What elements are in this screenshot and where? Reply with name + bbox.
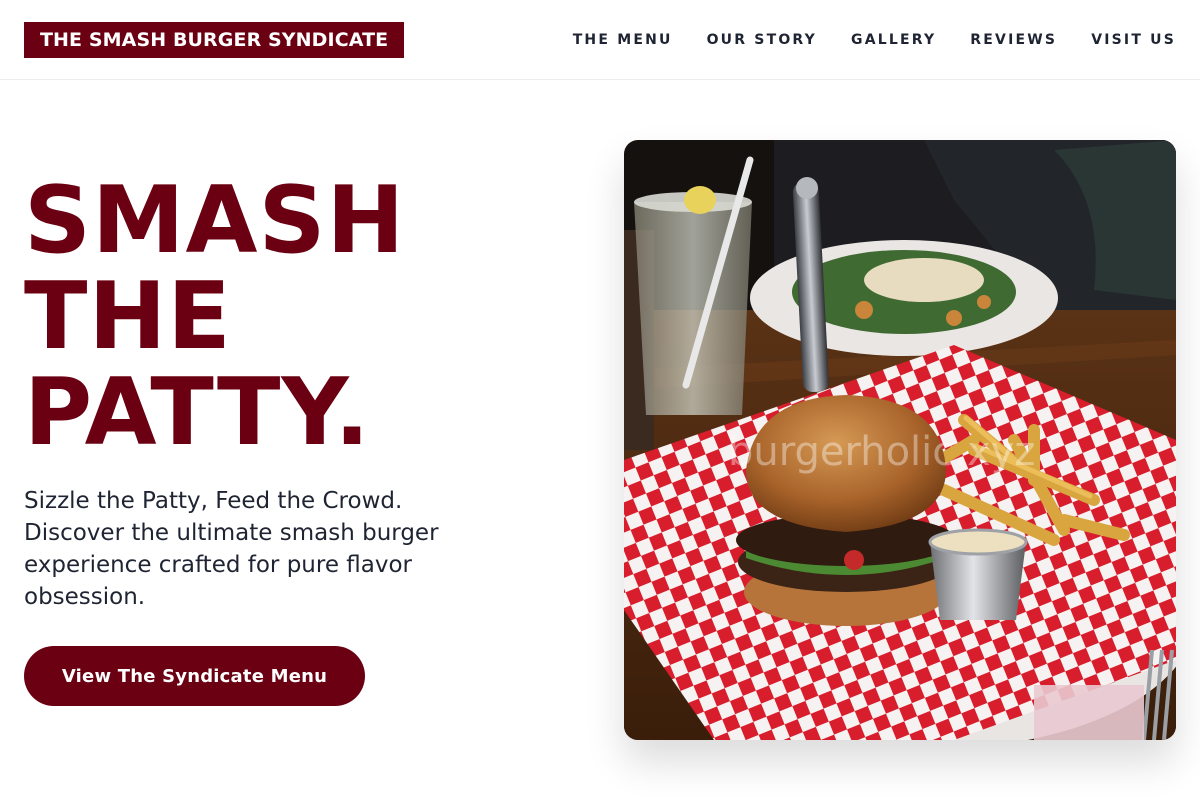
- hero-headline: SMASH THE PATTY.: [24, 172, 405, 460]
- hero-headline-line-3: PATTY.: [24, 358, 371, 466]
- hero-burger-image: burgerholic.xyz: [624, 140, 1176, 740]
- site-logo[interactable]: THE SMASH BURGER SYNDICATE: [24, 21, 405, 58]
- nav-link-our-story[interactable]: OUR STORY: [707, 32, 817, 48]
- nav-link-visit-us[interactable]: VISIT US: [1091, 32, 1176, 48]
- nav-link-menu[interactable]: THE MENU: [573, 32, 673, 48]
- nav-link-reviews[interactable]: REVIEWS: [970, 32, 1057, 48]
- main-nav: THE MENU OUR STORY GALLERY REVIEWS VISIT…: [573, 32, 1176, 48]
- hero-tagline: Sizzle the Patty, Feed the Crowd. Discov…: [24, 488, 439, 610]
- site-header: THE SMASH BURGER SYNDICATE THE MENU OUR …: [0, 0, 1200, 80]
- image-watermark: burgerholic.xyz: [728, 429, 1035, 475]
- hero-headline-line-2: THE: [24, 262, 232, 370]
- view-menu-button[interactable]: View The Syndicate Menu: [24, 646, 365, 706]
- hero-headline-line-1: SMASH: [24, 166, 406, 274]
- nav-link-gallery[interactable]: GALLERY: [851, 32, 936, 48]
